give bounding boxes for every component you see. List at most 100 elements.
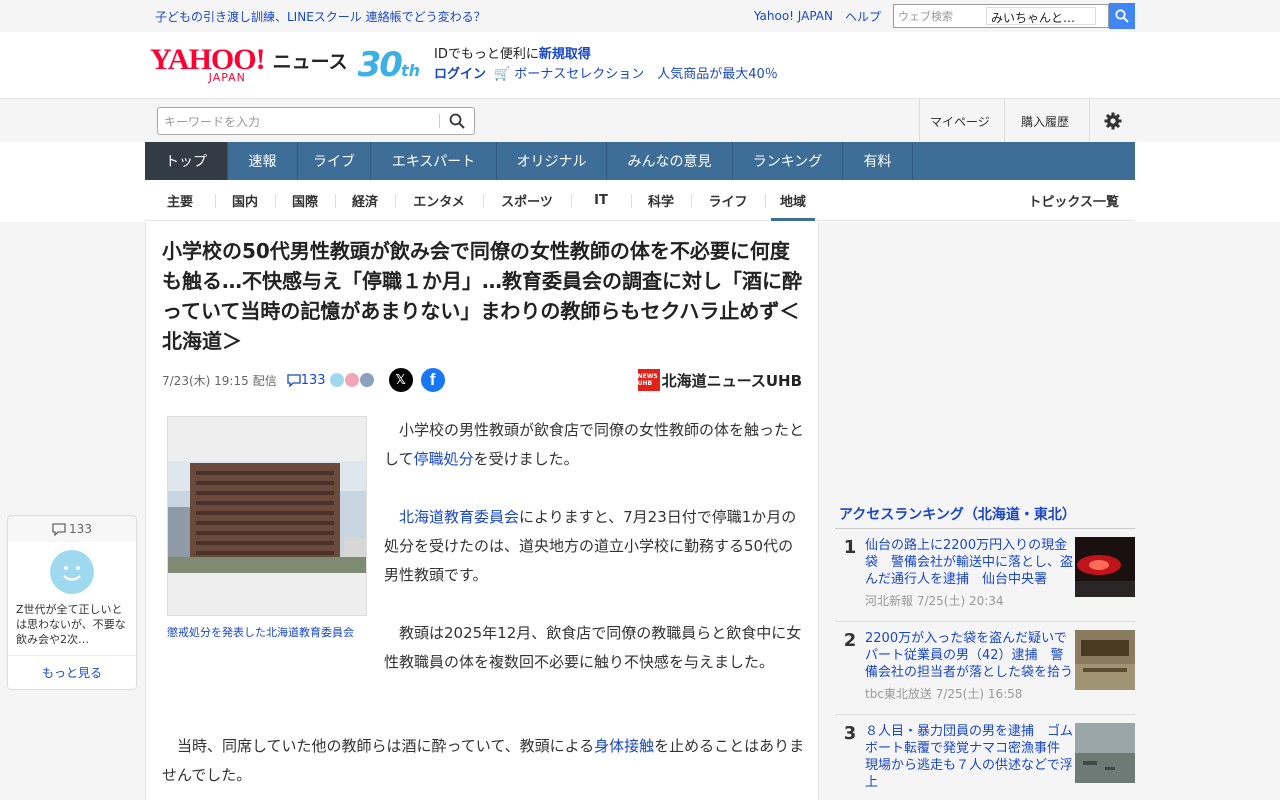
subnav-world[interactable]: 国際 — [275, 180, 335, 221]
promo-link[interactable]: 子どもの引き渡し訓練、LINEスクール 連絡帳でどう変わる？ — [155, 8, 486, 25]
ranking-title[interactable]: アクセスランキング（北海道・東北） — [835, 500, 1135, 529]
avatar — [50, 550, 94, 594]
subnav-entertainment[interactable]: エンタメ — [395, 180, 483, 221]
subnav-it[interactable]: IT — [571, 180, 631, 221]
article: 小学校の50代男性教頭が飲み会で同僚の女性教師の体を不必要に何度も触る…不快感与… — [145, 222, 819, 800]
nav-top[interactable]: トップ — [145, 142, 228, 180]
rank-number: 1 — [843, 537, 857, 558]
top-strip: 子どもの引き渡し訓練、LINEスクール 連絡帳でどう変わる？ Yahoo! JA… — [0, 0, 1280, 32]
nav-paid[interactable]: 有料 — [843, 142, 913, 180]
web-search-box[interactable]: ウェブ検索 みいちゃんと… — [893, 4, 1109, 28]
yahoo-japan-link[interactable]: Yahoo! JAPAN — [754, 9, 833, 23]
physical-contact-link[interactable]: 身体接触 — [594, 737, 654, 755]
anniversary-badge[interactable]: 30th — [358, 45, 420, 85]
ranking-headline[interactable]: 2200万が入った袋を盗んだ疑いでパート従業員の男（42）逮捕 警備会社の担当者… — [865, 630, 1075, 681]
nav-expert[interactable]: エキスパート — [371, 142, 497, 180]
source-logo[interactable]: NEWS UHB 北海道ニュースUHB — [637, 369, 802, 391]
login-link[interactable]: ログイン — [434, 67, 486, 82]
comment-card[interactable]: 133 Z世代が全て正しいとは思わないが、不要な飲み会や2次… もっと見る — [7, 515, 137, 690]
site-header: YAHOO! JAPAN ニュース 30th IDでもっと便利に新規取得 ログイ… — [0, 32, 1280, 98]
see-more-link[interactable]: もっと見る — [8, 655, 136, 689]
nav-original[interactable]: オリジナル — [497, 142, 607, 180]
keyword-search-button[interactable] — [440, 113, 474, 129]
keyword-search-box[interactable]: キーワードを入力 — [157, 107, 475, 135]
ranking-headline[interactable]: ８人目・暴力団員の男を逮捕 ゴムボート転覆で発覚ナマコ密漁事件 現場から逃走も７… — [865, 723, 1075, 791]
news-label[interactable]: ニュース — [273, 47, 348, 74]
anniv-number: 30 — [357, 45, 403, 85]
uhb-logo-icon: NEWS UHB — [637, 369, 660, 391]
comment-card-count: 133 — [8, 516, 136, 542]
comment-count: 133 — [300, 372, 326, 388]
happy-face-icon — [344, 373, 359, 387]
yahoo-logo[interactable]: YAHOO! JAPAN — [150, 43, 266, 84]
coastline-thumbnail — [1075, 723, 1135, 783]
logo-text: YAHOO! — [150, 43, 266, 76]
facebook-share-icon[interactable]: f — [420, 368, 445, 392]
police-light-thumbnail — [1075, 537, 1135, 597]
ranking-headline[interactable]: 仙台の路上に2200万円入りの現金袋 警備会社が輸送中に落とし、盗んだ通行人を逮… — [865, 537, 1075, 588]
article-photo[interactable] — [167, 416, 367, 616]
comment-icon — [52, 522, 66, 536]
ranking-thumbnail[interactable] — [1075, 723, 1135, 783]
article-body: 小学校の男性教頭が飲食店で同僚の女性教師の体を触ったとして停職処分を受けました。… — [384, 416, 804, 706]
comment-preview: Z世代が全て正しいとは思わないが、不要な飲み会や2次… — [16, 603, 126, 646]
source-name: 北海道ニュースUHB — [661, 371, 802, 390]
bonus-link[interactable]: ボーナスセレクション 人気商品が最大40％ — [514, 67, 778, 82]
nav-ranking[interactable]: ランキング — [733, 142, 843, 180]
article-meta: 7/23(木) 19:15 配信 133 𝕏 f NEWS UHB 北海道ニュー… — [162, 368, 802, 392]
nav-breaking[interactable]: 速報 — [228, 142, 298, 180]
paragraph-3: 教頭は2025年12月、飲食店で同僚の教職員らと飲食中に女性教職員の体を複数回不… — [384, 624, 802, 671]
gear-icon — [1104, 112, 1121, 130]
main-nav: トップ 速報 ライブ エキスパート オリジナル みんなの意見 ランキング 有料 — [145, 142, 1135, 180]
ranking-source: 河北新報 7/25(土) 20:34 — [865, 594, 1004, 608]
settings-button[interactable] — [1089, 99, 1135, 143]
subnav-sports[interactable]: スポーツ — [483, 180, 571, 221]
board-of-education-link[interactable]: 北海道教育委員会 — [399, 508, 519, 526]
paragraph-1: 小学校の男性教頭が飲食店で同僚の女性教師の体を触ったとして停職処分を受けました。 — [384, 416, 804, 474]
photo-caption[interactable]: 懲戒処分を発表した北海道教育委員会 — [167, 625, 367, 641]
sad-face-icon — [359, 373, 374, 387]
ranking-source: tbc東北放送 7/25(土) 16:58 — [865, 687, 1023, 701]
mypage-link[interactable]: マイページ — [919, 99, 1004, 143]
suspension-link[interactable]: 停職処分 — [414, 450, 474, 468]
keyword-input[interactable]: キーワードを入力 — [158, 113, 439, 130]
p1-text-end: を受けました。 — [473, 450, 579, 468]
smile-face-icon — [329, 373, 344, 387]
subnav-life[interactable]: ライフ — [691, 180, 765, 221]
nav-live[interactable]: ライブ — [298, 142, 371, 180]
nav-opinions[interactable]: みんなの意見 — [607, 142, 733, 180]
p4-text: 当時、同席していた他の教師らは酒に酔っていて、教頭による — [177, 737, 595, 755]
ranking-thumbnail[interactable] — [1075, 537, 1135, 597]
anniv-suffix: th — [400, 61, 421, 80]
subnav-local[interactable]: 地域 — [765, 180, 821, 221]
topics-list-link[interactable]: トピックス一覧 — [1028, 191, 1119, 210]
web-search-placeholder: ウェブ検索 — [898, 10, 953, 23]
cart-icon: 🛒 — [494, 67, 511, 82]
article-title: 小学校の50代男性教頭が飲み会で同僚の女性教師の体を不必要に何度も触る…不快感与… — [162, 239, 802, 353]
paragraph-2: 北海道教育委員会によりますと、7月23日付で停職1か月の処分を受けたのは、道央地… — [384, 503, 804, 590]
purchase-history-link[interactable]: 購入履歴 — [1004, 99, 1089, 143]
smile-face-icon — [63, 566, 81, 581]
ranking-thumbnail[interactable] — [1075, 630, 1135, 690]
web-search-button[interactable] — [1109, 3, 1135, 29]
subnav-main[interactable]: 主要 — [145, 180, 215, 221]
signup-link[interactable]: 新規取得 — [539, 47, 591, 62]
delivered-label: 配信 — [252, 373, 277, 388]
ranking-item[interactable]: 2 2200万が入った袋を盗んだ疑いでパート従業員の男（42）逮捕 警備会社の担… — [835, 622, 1135, 715]
subnav-domestic[interactable]: 国内 — [215, 180, 275, 221]
sub-nav: 主要 国内 国際 経済 エンタメ スポーツ IT 科学 ライフ 地域 トピックス… — [145, 180, 1135, 221]
web-search-input[interactable]: みいちゃんと… — [986, 7, 1096, 25]
reaction-icons[interactable] — [329, 373, 375, 387]
search-icon — [449, 113, 465, 129]
comment-card-count-value: 133 — [69, 522, 92, 536]
subnav-economy[interactable]: 経済 — [335, 180, 395, 221]
search-icon — [1115, 9, 1129, 23]
ranking-item[interactable]: 1 仙台の路上に2200万円入りの現金袋 警備会社が輸送中に落とし、盗んだ通行人… — [835, 529, 1135, 622]
comment-count-link[interactable]: 133 — [287, 373, 326, 388]
subnav-science[interactable]: 科学 — [631, 180, 691, 221]
ranking-item[interactable]: 3 ８人目・暴力団員の男を逮捕 ゴムボート転覆で発覚ナマコ密漁事件 現場から逃走… — [835, 715, 1135, 800]
article-date: 7/23(木) 19:15 — [162, 373, 249, 388]
x-share-icon[interactable]: 𝕏 — [388, 368, 413, 392]
building-photo — [168, 461, 366, 573]
help-link[interactable]: ヘルプ — [845, 8, 881, 25]
